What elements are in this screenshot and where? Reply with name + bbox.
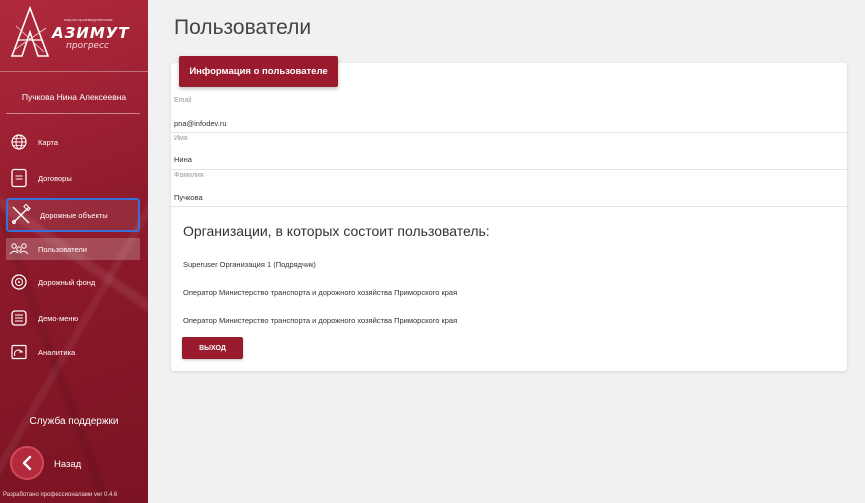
back-button[interactable] [10, 446, 44, 480]
sidebar-item-road-fund[interactable]: Дорожный фонд [6, 268, 140, 296]
document-icon [8, 167, 30, 189]
organization-item: Superuser Организация 1 (Подрядчик) [183, 260, 316, 269]
sidebar-item-contracts[interactable]: Договоры [6, 164, 140, 192]
analytics-icon [8, 341, 30, 363]
users-icon [8, 238, 30, 260]
last-name-label: Фамилия [174, 172, 204, 179]
credits: Разработано профессионалами ver 0.4.6 [3, 492, 118, 498]
card-header: Информация о пользователе [179, 56, 338, 87]
sidebar-item-road-objects[interactable]: Дорожные объекты [6, 198, 140, 232]
menu-list-icon [8, 307, 30, 329]
email-value: pna@infodev.ru [174, 119, 227, 128]
logo-area: научно-производственная АЗИМУТ прогресс [0, 0, 148, 72]
road-tools-icon [10, 204, 32, 226]
email-label: Email [174, 97, 192, 104]
sidebar-item-analytics[interactable]: Аналитика [6, 338, 140, 366]
logo-title: АЗИМУТ [52, 24, 130, 42]
sidebar-item-label: Дорожные объекты [40, 210, 108, 220]
divider [6, 113, 140, 114]
divider [171, 169, 847, 170]
back-label[interactable]: Назад [54, 459, 81, 470]
fund-icon [8, 271, 30, 293]
sidebar-item-label: Демо-меню [38, 313, 79, 323]
chevron-left-icon [22, 455, 32, 471]
current-user-name: Пучкова Нина Алексеевна [21, 92, 127, 102]
sidebar: научно-производственная АЗИМУТ прогресс … [0, 0, 148, 503]
first-name-value: Нина [174, 155, 192, 164]
sidebar-item-label: Дорожный фонд [38, 277, 96, 287]
logo-subtitle: прогресс [66, 41, 109, 51]
sidebar-item-users[interactable]: Пользователи [6, 238, 140, 260]
logo-icon [10, 6, 50, 57]
logout-button[interactable]: ВЫХОД [182, 337, 243, 359]
organization-item: Оператор Министерство транспорта и дорож… [183, 316, 458, 325]
support-link[interactable]: Служба поддержки [0, 416, 148, 427]
organization-item: Оператор Министерство транспорта и дорож… [183, 288, 458, 297]
sidebar-item-map[interactable]: Карта [6, 128, 140, 156]
divider [171, 132, 847, 133]
sidebar-item-demo-menu[interactable]: Демо-меню [6, 304, 140, 332]
divider [171, 206, 847, 207]
globe-icon [8, 131, 30, 153]
page-title: Пользователи [174, 16, 312, 39]
first-name-label: Имя [174, 135, 188, 142]
sidebar-item-label: Карта [38, 137, 59, 147]
organizations-title: Организации, в которых состоит пользоват… [183, 223, 490, 239]
logo-tagline: научно-производственная [64, 17, 113, 22]
sidebar-item-label: Договоры [38, 173, 72, 183]
last-name-value: Пучкова [174, 193, 203, 202]
sidebar-item-label: Аналитика [38, 347, 76, 357]
sidebar-item-label: Пользователи [38, 244, 87, 254]
